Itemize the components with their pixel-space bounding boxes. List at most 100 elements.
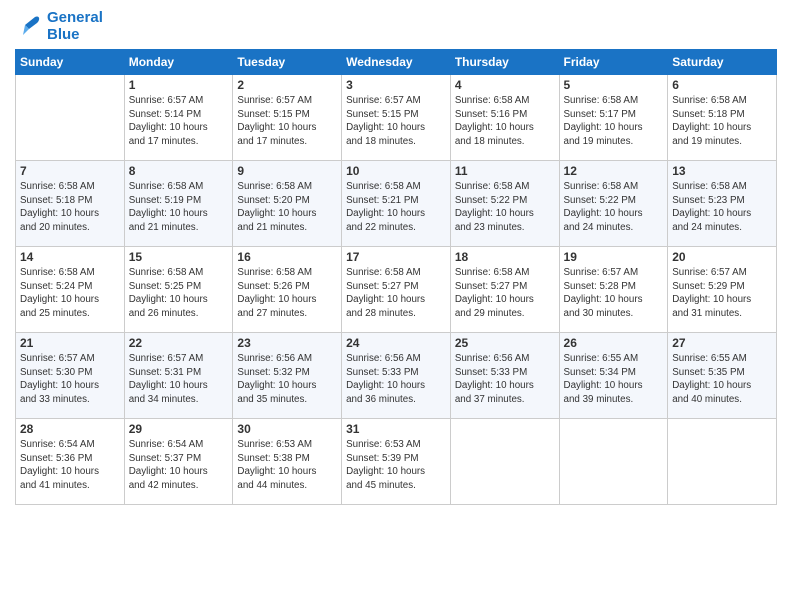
day-info: Sunrise: 6:53 AMSunset: 5:38 PMDaylight:…: [237, 438, 337, 493]
calendar-week-row: 1Sunrise: 6:57 AMSunset: 5:14 PMDaylight…: [16, 75, 777, 161]
sunrise-text: Sunrise: 6:58 AM: [237, 180, 337, 194]
calendar-cell: 23Sunrise: 6:56 AMSunset: 5:32 PMDayligh…: [233, 333, 342, 419]
sunrise-text: Sunrise: 6:58 AM: [129, 180, 229, 194]
day-number: 28: [20, 422, 120, 436]
daylight-text-line1: Daylight: 10 hours: [455, 207, 555, 221]
day-info: Sunrise: 6:58 AMSunset: 5:18 PMDaylight:…: [20, 180, 120, 235]
daylight-text-line2: and 24 minutes.: [672, 221, 772, 235]
header-row: SundayMondayTuesdayWednesdayThursdayFrid…: [16, 50, 777, 75]
sunset-text: Sunset: 5:20 PM: [237, 194, 337, 208]
daylight-text-line2: and 34 minutes.: [129, 393, 229, 407]
day-info: Sunrise: 6:58 AMSunset: 5:18 PMDaylight:…: [672, 94, 772, 149]
sunrise-text: Sunrise: 6:58 AM: [455, 94, 555, 108]
daylight-text-line1: Daylight: 10 hours: [237, 379, 337, 393]
day-info: Sunrise: 6:58 AMSunset: 5:19 PMDaylight:…: [129, 180, 229, 235]
calendar-cell: 5Sunrise: 6:58 AMSunset: 5:17 PMDaylight…: [559, 75, 668, 161]
sunset-text: Sunset: 5:27 PM: [455, 280, 555, 294]
logo-text-blue: Blue: [47, 27, 103, 44]
day-number: 25: [455, 336, 555, 350]
daylight-text-line1: Daylight: 10 hours: [672, 207, 772, 221]
day-info: Sunrise: 6:58 AMSunset: 5:21 PMDaylight:…: [346, 180, 446, 235]
day-info: Sunrise: 6:57 AMSunset: 5:14 PMDaylight:…: [129, 94, 229, 149]
day-info: Sunrise: 6:57 AMSunset: 5:28 PMDaylight:…: [564, 266, 664, 321]
day-number: 7: [20, 164, 120, 178]
daylight-text-line1: Daylight: 10 hours: [237, 293, 337, 307]
sunset-text: Sunset: 5:17 PM: [564, 108, 664, 122]
daylight-text-line2: and 30 minutes.: [564, 307, 664, 321]
calendar-cell: 7 Sunrise: 6:58 AMSunset: 5:18 PMDaylight…: [16, 161, 125, 247]
calendar-cell: 15Sunrise: 6:58 AMSunset: 5:25 PMDayligh…: [124, 247, 233, 333]
sunrise-text: Sunrise: 6:57 AM: [346, 94, 446, 108]
daylight-text-line1: Daylight: 10 hours: [672, 293, 772, 307]
day-number: 23: [237, 336, 337, 350]
daylight-text-line2: and 28 minutes.: [346, 307, 446, 321]
sunrise-text: Sunrise: 6:58 AM: [20, 266, 120, 280]
sunset-text: Sunset: 5:23 PM: [672, 194, 772, 208]
daylight-text-line2: and 21 minutes.: [237, 221, 337, 235]
daylight-text-line1: Daylight: 10 hours: [237, 121, 337, 135]
calendar-cell: [668, 419, 777, 505]
day-number: 30: [237, 422, 337, 436]
daylight-text-line2: and 19 minutes.: [564, 135, 664, 149]
calendar-cell: 21Sunrise: 6:57 AMSunset: 5:30 PMDayligh…: [16, 333, 125, 419]
sunrise-text: Sunrise: 6:56 AM: [346, 352, 446, 366]
daylight-text-line2: and 39 minutes.: [564, 393, 664, 407]
day-number: 31: [346, 422, 446, 436]
daylight-text-line1: Daylight: 10 hours: [672, 121, 772, 135]
calendar-cell: 13Sunrise: 6:58 AMSunset: 5:23 PMDayligh…: [668, 161, 777, 247]
calendar-cell: 14Sunrise: 6:58 AMSunset: 5:24 PMDayligh…: [16, 247, 125, 333]
day-info: Sunrise: 6:54 AMSunset: 5:36 PMDaylight:…: [20, 438, 120, 493]
logo-icon: [15, 13, 43, 41]
day-info: Sunrise: 6:55 AMSunset: 5:35 PMDaylight:…: [672, 352, 772, 407]
daylight-text-line1: Daylight: 10 hours: [455, 293, 555, 307]
day-info: Sunrise: 6:58 AMSunset: 5:16 PMDaylight:…: [455, 94, 555, 149]
day-number: 8: [129, 164, 229, 178]
sunset-text: Sunset: 5:34 PM: [564, 366, 664, 380]
daylight-text-line2: and 27 minutes.: [237, 307, 337, 321]
daylight-text-line1: Daylight: 10 hours: [237, 207, 337, 221]
calendar-cell: 12Sunrise: 6:58 AMSunset: 5:22 PMDayligh…: [559, 161, 668, 247]
calendar-cell: 11Sunrise: 6:58 AMSunset: 5:22 PMDayligh…: [450, 161, 559, 247]
daylight-text-line2: and 45 minutes.: [346, 479, 446, 493]
day-info: Sunrise: 6:56 AMSunset: 5:33 PMDaylight:…: [455, 352, 555, 407]
sunrise-text: Sunrise: 6:57 AM: [129, 352, 229, 366]
daylight-text-line1: Daylight: 10 hours: [129, 465, 229, 479]
sunrise-text: Sunrise: 6:58 AM: [346, 266, 446, 280]
daylight-text-line1: Daylight: 10 hours: [564, 293, 664, 307]
calendar-cell: 26Sunrise: 6:55 AMSunset: 5:34 PMDayligh…: [559, 333, 668, 419]
daylight-text-line2: and 18 minutes.: [455, 135, 555, 149]
calendar-cell: [559, 419, 668, 505]
sunset-text: Sunset: 5:36 PM: [20, 452, 120, 466]
day-number: 11: [455, 164, 555, 178]
daylight-text-line2: and 17 minutes.: [129, 135, 229, 149]
sunset-text: Sunset: 5:24 PM: [20, 280, 120, 294]
sunset-text: Sunset: 5:22 PM: [455, 194, 555, 208]
daylight-text-line1: Daylight: 10 hours: [20, 207, 120, 221]
calendar-cell: 16Sunrise: 6:58 AMSunset: 5:26 PMDayligh…: [233, 247, 342, 333]
sunset-text: Sunset: 5:39 PM: [346, 452, 446, 466]
sunrise-text: Sunrise: 6:58 AM: [237, 266, 337, 280]
logo: General Blue: [15, 10, 103, 43]
daylight-text-line2: and 36 minutes.: [346, 393, 446, 407]
sunrise-text: Sunrise: 6:53 AM: [346, 438, 446, 452]
day-info: Sunrise: 6:58 AMSunset: 5:27 PMDaylight:…: [455, 266, 555, 321]
sunrise-text: Sunrise: 6:54 AM: [20, 438, 120, 452]
daylight-text-line1: Daylight: 10 hours: [346, 465, 446, 479]
day-number: 3: [346, 78, 446, 92]
sunrise-text: Sunrise: 6:55 AM: [564, 352, 664, 366]
daylight-text-line1: Daylight: 10 hours: [346, 207, 446, 221]
sunrise-text: Sunrise: 6:58 AM: [672, 180, 772, 194]
daylight-text-line2: and 35 minutes.: [237, 393, 337, 407]
weekday-header: Saturday: [668, 50, 777, 75]
sunrise-text: Sunrise: 6:55 AM: [672, 352, 772, 366]
daylight-text-line2: and 29 minutes.: [455, 307, 555, 321]
day-info: Sunrise: 6:57 AMSunset: 5:15 PMDaylight:…: [237, 94, 337, 149]
day-info: Sunrise: 6:58 AMSunset: 5:25 PMDaylight:…: [129, 266, 229, 321]
daylight-text-line1: Daylight: 10 hours: [455, 379, 555, 393]
daylight-text-line2: and 17 minutes.: [237, 135, 337, 149]
calendar-week-row: 7 Sunrise: 6:58 AMSunset: 5:18 PMDaylight…: [16, 161, 777, 247]
day-info: Sunrise: 6:53 AMSunset: 5:39 PMDaylight:…: [346, 438, 446, 493]
calendar-week-row: 21Sunrise: 6:57 AMSunset: 5:30 PMDayligh…: [16, 333, 777, 419]
sunset-text: Sunset: 5:33 PM: [455, 366, 555, 380]
calendar-body: 1Sunrise: 6:57 AMSunset: 5:14 PMDaylight…: [16, 75, 777, 505]
